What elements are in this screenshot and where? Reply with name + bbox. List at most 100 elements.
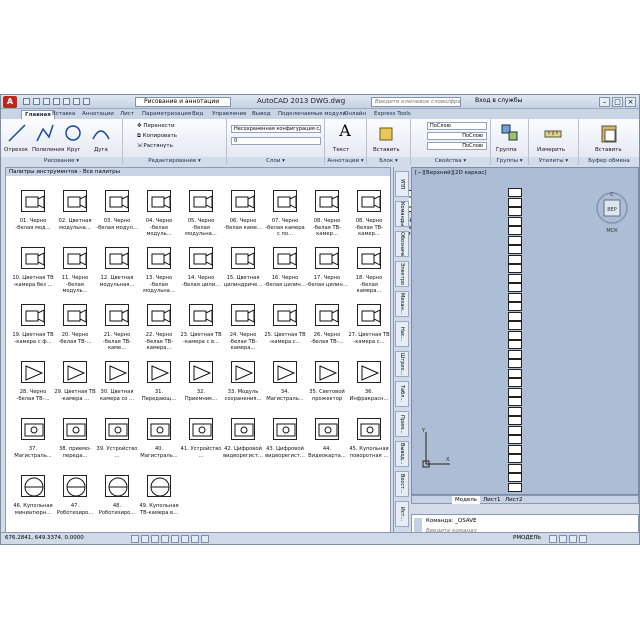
drawing-symbol[interactable] bbox=[508, 368, 522, 378]
polyline-icon[interactable] bbox=[35, 123, 55, 143]
annotation-scale-icon[interactable] bbox=[549, 535, 557, 543]
palette-tool[interactable]: 37. Магистраль... bbox=[12, 418, 54, 476]
palette-tool[interactable]: 11. Черно -белая модуль... bbox=[54, 247, 96, 305]
drawing-symbol[interactable] bbox=[508, 340, 522, 349]
otrack-icon[interactable] bbox=[191, 535, 199, 543]
tab-1[interactable]: Вставка bbox=[49, 110, 78, 119]
insert-button[interactable]: Вставить bbox=[373, 147, 400, 153]
infer-icon[interactable] bbox=[131, 535, 139, 543]
drawing-symbol[interactable] bbox=[508, 311, 522, 321]
palette-tab-8[interactable]: Прим... bbox=[395, 411, 409, 437]
palette-tool[interactable]: 38. приемо-переда... bbox=[54, 418, 96, 476]
palette-tool[interactable]: 47. Роботизиро... bbox=[54, 475, 96, 533]
minimize-button[interactable]: – bbox=[599, 97, 610, 107]
polar-icon[interactable] bbox=[171, 535, 179, 543]
utilities-panel-label[interactable]: Утилиты ▾ bbox=[529, 157, 578, 165]
model-space-toggle[interactable]: РМОДЕЛЬ bbox=[513, 535, 541, 541]
draw-panel-label[interactable]: Рисование ▾ bbox=[1, 157, 122, 165]
palette-tool[interactable]: 15. Цветная цилиндриче... bbox=[222, 247, 264, 305]
palette-tool[interactable]: 33. Модуль сохранения... bbox=[222, 361, 264, 419]
viewport-controls[interactable]: [−][Верхний][2D каркас] bbox=[415, 170, 487, 176]
drawing-symbol[interactable] bbox=[508, 330, 522, 340]
palette-tool[interactable]: 18. Черно -белая камера... bbox=[348, 247, 390, 305]
save-as-icon[interactable] bbox=[53, 98, 60, 105]
move-button[interactable]: ✥ Перенести bbox=[137, 123, 175, 129]
drawing-symbol[interactable] bbox=[508, 207, 522, 216]
drawing-symbol[interactable] bbox=[508, 188, 522, 197]
palette-tool[interactable]: 13. Черно -белая модульна... bbox=[138, 247, 180, 305]
drawing-symbol[interactable] bbox=[508, 473, 522, 482]
palette-tab-10[interactable]: Восст... bbox=[395, 471, 409, 497]
palette-tool[interactable]: 27. Цветная ТВ -камера с... bbox=[348, 304, 390, 362]
palette-tab-11[interactable]: Ист... bbox=[395, 501, 409, 527]
drawing-symbol[interactable] bbox=[508, 216, 522, 226]
tab-10[interactable]: Express Tools bbox=[371, 110, 414, 119]
osnap-icon[interactable] bbox=[181, 535, 189, 543]
palette-tool[interactable]: 08. Черно -белая ТВ-камер... bbox=[306, 190, 348, 248]
palette-tool[interactable]: 16. Черно -белая цилин... bbox=[264, 247, 306, 305]
maximize-button[interactable]: □ bbox=[612, 97, 623, 107]
palette-tool[interactable]: 08. Черно -белая ТВ-камер... bbox=[348, 190, 390, 248]
palette-tool[interactable]: 32. Приемник... bbox=[180, 361, 222, 419]
save-icon[interactable] bbox=[43, 98, 50, 105]
drawing-symbol[interactable] bbox=[508, 406, 522, 416]
palette-tool[interactable]: 04. Черно -белая модуль... bbox=[138, 190, 180, 248]
palette-tab-2[interactable]: Обозначения bbox=[395, 231, 409, 257]
palette-tool[interactable]: 31. Передающ... bbox=[138, 361, 180, 419]
clipboard-panel-label[interactable]: Буфер обмена bbox=[579, 157, 639, 165]
palette-tool[interactable]: 34. Магистраль... bbox=[264, 361, 306, 419]
palette-tab-4[interactable]: Механ... bbox=[395, 291, 409, 317]
lineweight-icon[interactable] bbox=[201, 535, 209, 543]
polyline-button[interactable]: Полилиния bbox=[32, 147, 64, 153]
drawing-symbol[interactable] bbox=[508, 273, 522, 283]
drawing-symbol[interactable] bbox=[508, 482, 522, 492]
text-button[interactable]: Текст bbox=[333, 147, 349, 153]
layout-tab-0[interactable]: Модель bbox=[452, 496, 481, 504]
drawing-symbol[interactable] bbox=[508, 264, 522, 273]
search-input[interactable]: Введите ключевое слово/фразу bbox=[371, 97, 461, 107]
drawing-symbol[interactable] bbox=[508, 302, 522, 311]
ortho-icon[interactable] bbox=[161, 535, 169, 543]
settings-icon[interactable] bbox=[579, 535, 587, 543]
palette-tool[interactable]: 24. Черно -белая ТВ-камера... bbox=[222, 304, 264, 362]
layout-tab-1[interactable]: Лист1 bbox=[480, 496, 503, 504]
drawing-symbol[interactable] bbox=[508, 197, 522, 207]
palette-tool[interactable]: 23. Цветная ТВ -камера с в... bbox=[180, 304, 222, 362]
linetype-combo[interactable]: ПоСлою bbox=[427, 132, 487, 140]
viewcube-icon[interactable]: ВЕР С МСК bbox=[594, 188, 630, 234]
wcs-label[interactable]: МСК bbox=[606, 228, 618, 234]
palette-tool[interactable]: 21. Черно -белая ТВ-каме... bbox=[96, 304, 138, 362]
palette-tool[interactable]: 03. Черно -белая модул... bbox=[96, 190, 138, 248]
palette-tool[interactable]: 22. Черно -белая ТВ-камера... bbox=[138, 304, 180, 362]
block-panel-label[interactable]: Блок ▾ bbox=[367, 157, 410, 165]
layers-panel-label[interactable]: Слои ▾ bbox=[227, 157, 324, 165]
palette-tool[interactable]: 29. Цветная ТВ -камера ... bbox=[54, 361, 96, 419]
open-icon[interactable] bbox=[33, 98, 40, 105]
group-button[interactable]: Группа bbox=[496, 147, 517, 153]
workspace-icon[interactable] bbox=[559, 535, 567, 543]
snap-icon[interactable] bbox=[141, 535, 149, 543]
palette-tool[interactable]: 10. Цветная ТВ -камера без ... bbox=[12, 247, 54, 305]
tab-2[interactable]: Аннотации bbox=[79, 110, 117, 119]
lineweight-combo[interactable]: ПоСлою bbox=[427, 142, 487, 150]
copy-button[interactable]: ⧉ Копировать bbox=[137, 133, 177, 140]
modify-panel-label[interactable]: Редактирование ▾ bbox=[123, 157, 226, 165]
workspace-select[interactable]: Рисование и аннотации bbox=[135, 97, 231, 107]
palette-tab-7[interactable]: Табл... bbox=[395, 381, 409, 407]
paste-icon[interactable] bbox=[599, 123, 619, 143]
autocad-logo-icon[interactable]: A bbox=[3, 96, 17, 108]
measure-button[interactable]: Измерить bbox=[537, 147, 565, 153]
tab-3[interactable]: Лист bbox=[117, 110, 137, 119]
palette-tool[interactable]: 25. Цветная ТВ -камера с... bbox=[264, 304, 306, 362]
drawing-symbol[interactable] bbox=[508, 359, 522, 368]
line-button[interactable]: Отрезок bbox=[4, 147, 28, 153]
palette-tool[interactable]: 30. Цветная камера со ... bbox=[96, 361, 138, 419]
palette-tool[interactable]: 28. Черно -белая ТВ-... bbox=[12, 361, 54, 419]
drawing-symbol[interactable] bbox=[508, 254, 522, 264]
palette-tool[interactable]: 14. Черно -белая цили... bbox=[180, 247, 222, 305]
drawing-symbol[interactable] bbox=[508, 397, 522, 406]
text-icon[interactable]: A bbox=[335, 121, 355, 141]
drawing-symbol[interactable] bbox=[508, 454, 522, 463]
palette-tool[interactable]: 45. Купольная поворотная ... bbox=[348, 418, 390, 476]
paste-button[interactable]: Вставить bbox=[595, 147, 622, 153]
